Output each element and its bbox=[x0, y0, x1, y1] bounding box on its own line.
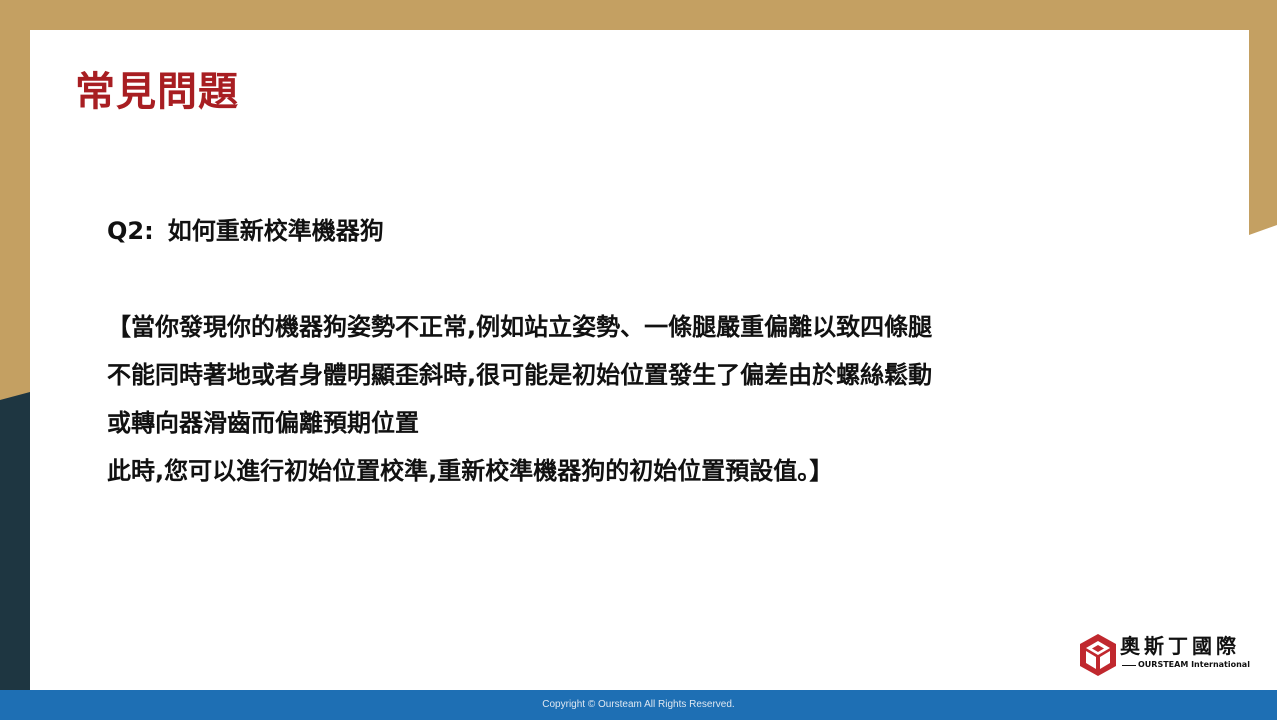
answer-line: 不能同時著地或者身體明顯歪斜時,很可能是初始位置發生了偏差由於螺絲鬆動 bbox=[107, 361, 933, 389]
answer-paragraph: 【當你發現你的機器狗姿勢不正常,例如站立姿勢、一條腿嚴重偏離以致四條腿 不能同時… bbox=[107, 307, 1117, 499]
copyright-text: Copyright © Oursteam All Rights Reserved… bbox=[542, 699, 735, 710]
company-logo: 奧斯丁國際 OURSTEAM International bbox=[1078, 633, 1250, 677]
question-heading: Q2: 如何重新校準機器狗 bbox=[107, 213, 384, 249]
answer-line: 或轉向器滑齒而偏離預期位置 bbox=[107, 409, 419, 437]
question-text: 如何重新校準機器狗 bbox=[167, 217, 384, 245]
answer-line: 此時,您可以進行初始位置校準,重新校準機器狗的初始位置預設值。】 bbox=[107, 457, 834, 485]
logo-english-name: OURSTEAM International bbox=[1138, 660, 1250, 669]
footer-bar: Copyright © Oursteam All Rights Reserved… bbox=[0, 690, 1277, 720]
question-label: Q2: bbox=[107, 217, 154, 245]
logo-chinese-name: 奧斯丁國際 bbox=[1120, 634, 1240, 658]
cube-logo-icon bbox=[1080, 634, 1116, 676]
answer-line: 【當你發現你的機器狗姿勢不正常,例如站立姿勢、一條腿嚴重偏離以致四條腿 bbox=[107, 313, 933, 341]
page-title: 常見問題 bbox=[75, 69, 239, 115]
logo-divider bbox=[1122, 665, 1136, 666]
